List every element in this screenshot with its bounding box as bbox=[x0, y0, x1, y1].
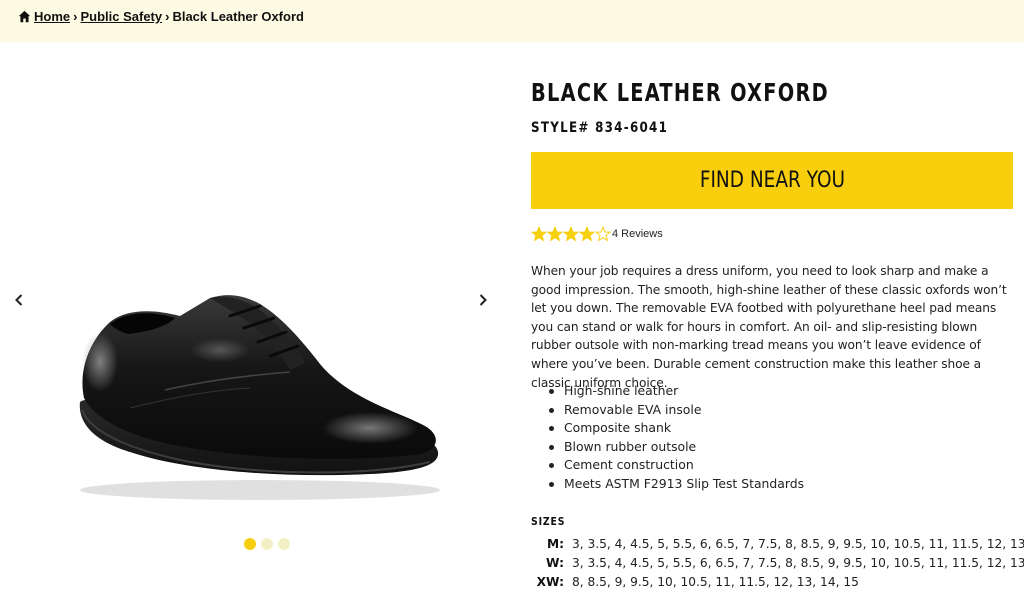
product-image bbox=[70, 290, 450, 505]
product-rating: 4 Reviews bbox=[531, 226, 663, 242]
breadcrumb-current: Black Leather Oxford bbox=[172, 9, 304, 24]
star-empty-icon bbox=[595, 226, 611, 242]
rating-stars[interactable] bbox=[531, 226, 611, 242]
shoe-illustration bbox=[79, 295, 440, 500]
breadcrumb-separator: › bbox=[73, 9, 78, 24]
style-number: STYLE# 834-6041 bbox=[531, 120, 668, 136]
size-width-label: M: bbox=[546, 537, 564, 551]
gallery-dot-1[interactable] bbox=[244, 538, 256, 550]
product-title: BLACK LEATHER OXFORD bbox=[531, 78, 830, 107]
gallery-dot-3[interactable] bbox=[278, 538, 290, 550]
feature-item: Cement construction bbox=[549, 456, 804, 475]
star-filled-icon bbox=[547, 226, 563, 242]
size-width-label: XW: bbox=[536, 575, 564, 589]
feature-list: High-shine leather Removable EVA insole Co… bbox=[549, 382, 804, 494]
breadcrumb-home-link[interactable]: Home bbox=[34, 9, 70, 24]
feature-item: Meets ASTM F2913 Slip Test Standards bbox=[549, 475, 804, 494]
star-filled-icon bbox=[563, 226, 579, 242]
reviews-link[interactable]: 4 Reviews bbox=[612, 228, 663, 240]
gallery-dot-2[interactable] bbox=[261, 538, 273, 550]
style-label: STYLE# bbox=[531, 120, 590, 136]
size-row: XW: 8, 8.5, 9, 9.5, 10, 10.5, 11, 11.5, 1… bbox=[531, 575, 859, 594]
size-width-label: W: bbox=[546, 556, 564, 570]
sizes-heading: SIZES bbox=[531, 515, 566, 528]
size-values: 3, 3.5, 4, 4.5, 5, 5.5, 6, 6.5, 7, 7.5, … bbox=[572, 556, 1024, 570]
breadcrumb-bar: Home › Public Safety › Black Leather Oxf… bbox=[0, 0, 1024, 42]
feature-item: Blown rubber outsole bbox=[549, 438, 804, 457]
chevron-left-icon[interactable] bbox=[12, 292, 26, 308]
breadcrumb: Home › Public Safety › Black Leather Oxf… bbox=[18, 9, 304, 24]
size-row: W: 3, 3.5, 4, 4.5, 5, 5.5, 6, 6.5, 7, 7.5… bbox=[531, 556, 1024, 575]
breadcrumb-separator: › bbox=[165, 9, 170, 24]
breadcrumb-category-link[interactable]: Public Safety bbox=[80, 9, 162, 24]
size-row: M: 3, 3.5, 4, 4.5, 5, 5.5, 6, 6.5, 7, 7.5… bbox=[531, 537, 1024, 556]
feature-item: Removable EVA insole bbox=[549, 401, 804, 420]
find-near-you-label: FIND NEAR YOU bbox=[699, 168, 845, 193]
feature-item: High-shine leather bbox=[549, 382, 804, 401]
size-values: 3, 3.5, 4, 4.5, 5, 5.5, 6, 6.5, 7, 7.5, … bbox=[572, 537, 1024, 551]
home-icon[interactable] bbox=[18, 10, 31, 23]
size-values: 8, 8.5, 9, 9.5, 10, 10.5, 11, 11.5, 12, … bbox=[572, 575, 859, 589]
feature-item: Composite shank bbox=[549, 419, 804, 438]
chevron-right-icon[interactable] bbox=[476, 292, 490, 308]
style-value: 834-6041 bbox=[595, 120, 669, 136]
find-near-you-button[interactable]: FIND NEAR YOU bbox=[531, 152, 1013, 209]
product-description: When your job requires a dress uniform, … bbox=[531, 264, 1007, 390]
star-filled-icon bbox=[579, 226, 595, 242]
gallery-pagination bbox=[244, 538, 290, 550]
star-filled-icon bbox=[531, 226, 547, 242]
